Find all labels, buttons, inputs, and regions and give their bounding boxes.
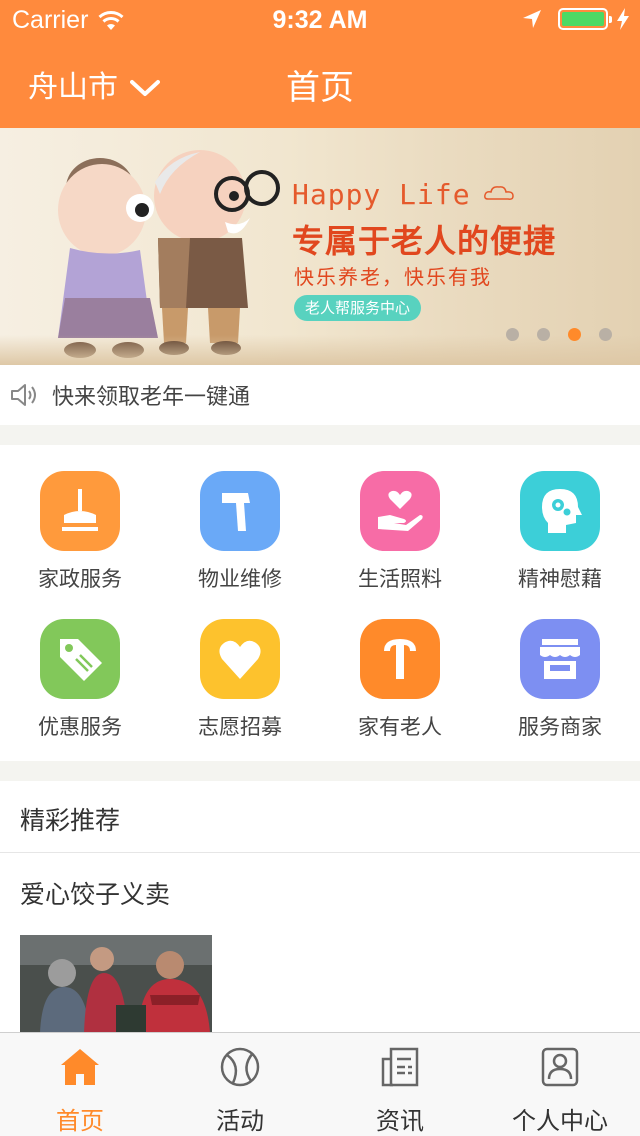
- header-bar: Carrier 9:32 AM 舟山市 首页: [0, 0, 640, 128]
- cloud-icon: [484, 186, 514, 200]
- profile-icon: [541, 1047, 579, 1087]
- cane-icon: [360, 619, 440, 699]
- service-elderly-at-home[interactable]: 家有老人: [320, 593, 480, 743]
- battery-icon: [558, 8, 612, 30]
- tab-label: 首页: [56, 1107, 104, 1135]
- service-volunteer[interactable]: 志愿招募: [160, 593, 320, 743]
- service-discounts[interactable]: 优惠服务: [0, 593, 160, 743]
- heart-hand-icon: [360, 471, 440, 551]
- service-label: 家政服务: [38, 567, 122, 591]
- tab-label: 个人中心: [512, 1107, 608, 1135]
- tab-home[interactable]: 首页: [0, 1033, 160, 1136]
- notice-bar[interactable]: 快来领取老年一键通: [0, 365, 640, 425]
- location-arrow-icon: [523, 10, 541, 28]
- carousel-dot[interactable]: [599, 328, 612, 341]
- city-selector[interactable]: 舟山市: [28, 62, 160, 106]
- hammer-icon: [200, 471, 280, 551]
- service-label: 优惠服务: [38, 715, 122, 739]
- tab-label: 活动: [216, 1107, 264, 1135]
- carousel-dot[interactable]: [537, 328, 550, 341]
- service-housekeeping[interactable]: 家政服务: [0, 445, 160, 595]
- charging-bolt-icon: [617, 8, 629, 30]
- recommend-section-header: 精彩推荐: [0, 781, 640, 853]
- heart-icon: [200, 619, 280, 699]
- home-icon: [61, 1049, 99, 1085]
- tab-news[interactable]: 资讯: [320, 1033, 480, 1136]
- service-merchants[interactable]: 服务商家: [480, 593, 640, 743]
- banner-badge: 老人帮服务中心: [294, 295, 422, 321]
- notice-text: 快来领取老年一键通: [52, 385, 251, 410]
- article-item[interactable]: 爱心饺子义卖: [0, 853, 640, 1033]
- ball-icon: [220, 1047, 260, 1087]
- tab-activities[interactable]: 活动: [160, 1033, 320, 1136]
- news-icon: [381, 1047, 419, 1087]
- tag-icon: [40, 619, 120, 699]
- service-label: 物业维修: [198, 567, 282, 591]
- article-title: 爱心饺子义卖: [20, 880, 171, 909]
- banner-subtitle: 快乐养老，快乐有我: [294, 265, 492, 289]
- bottom-tab-bar: 首页 活动 资讯 个人中心: [0, 1032, 640, 1136]
- city-label: 舟山市: [28, 70, 118, 105]
- status-bar: Carrier 9:32 AM: [0, 0, 640, 40]
- carousel-dot[interactable]: [506, 328, 519, 341]
- service-repair[interactable]: 物业维修: [160, 445, 320, 595]
- head-gear-icon: [520, 471, 600, 551]
- chevron-down-icon: [130, 80, 160, 96]
- tab-label: 资讯: [376, 1107, 424, 1135]
- status-indicators: [522, 8, 630, 30]
- service-label: 服务商家: [518, 715, 602, 739]
- banner-title: 专属于老人的便捷: [292, 222, 557, 260]
- service-label: 精神慰藉: [518, 567, 602, 591]
- service-grid: 家政服务 物业维修 生活照料 精神慰藉 优惠服务 志愿招募 家有老人 服务商家: [0, 445, 640, 761]
- service-mental-comfort[interactable]: 精神慰藉: [480, 445, 640, 595]
- broom-icon: [40, 471, 120, 551]
- tab-profile[interactable]: 个人中心: [480, 1033, 640, 1136]
- article-thumbnail[interactable]: [20, 935, 212, 1033]
- storefront-icon: [520, 619, 600, 699]
- service-label: 家有老人: [358, 715, 442, 739]
- banner-heading: Happy Life: [292, 178, 471, 211]
- carousel-dot-active[interactable]: [568, 328, 581, 341]
- speaker-icon: [11, 384, 36, 406]
- elderly-couple-illustration: [58, 150, 280, 358]
- carousel-pagination: [506, 328, 630, 341]
- section-title: 精彩推荐: [20, 806, 121, 835]
- service-daily-care[interactable]: 生活照料: [320, 445, 480, 595]
- service-label: 生活照料: [358, 567, 442, 591]
- service-label: 志愿招募: [198, 715, 282, 739]
- promo-banner[interactable]: Happy Life 专属于老人的便捷 快乐养老，快乐有我 老人帮服务中心: [0, 128, 640, 365]
